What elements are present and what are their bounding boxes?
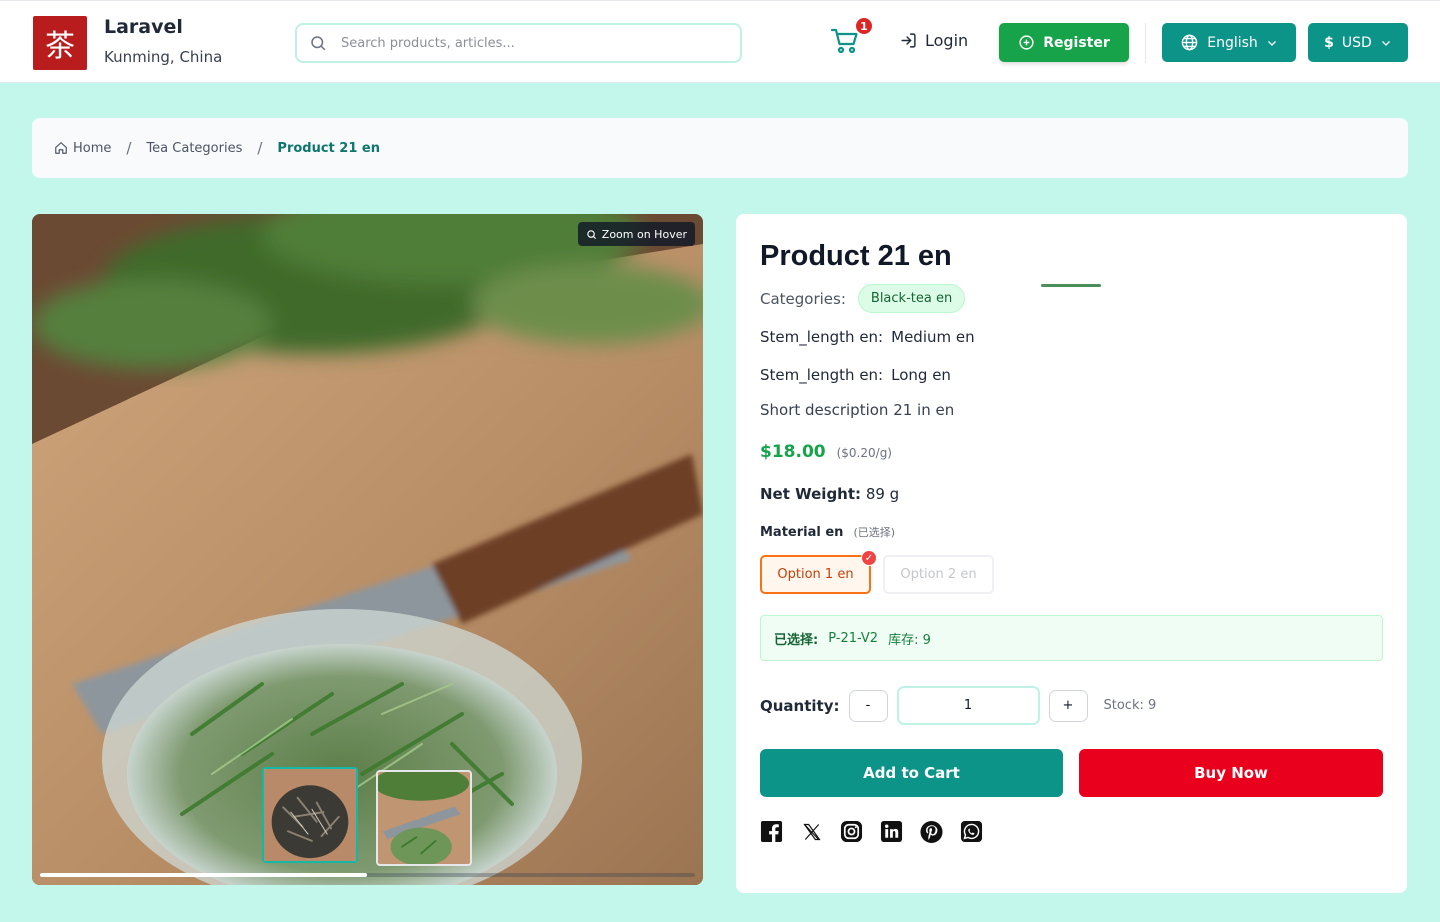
- material-hint: (已选择): [853, 526, 896, 539]
- title-accent-line: [1041, 284, 1101, 287]
- header-divider: [1145, 23, 1146, 63]
- zoom-on-hover-badge: Zoom on Hover: [577, 222, 695, 246]
- attribute-key: Stem_length en:: [760, 366, 884, 384]
- language-label: English: [1207, 34, 1258, 51]
- login-label: Login: [925, 31, 969, 50]
- attribute-row: Stem_length en: Medium en: [760, 328, 975, 346]
- price: $18.00: [760, 442, 826, 462]
- attribute-key: Stem_length en:: [760, 328, 884, 346]
- currency-symbol: $: [1324, 34, 1334, 51]
- product-image-gallery[interactable]: Zoom on Hover: [32, 214, 703, 885]
- stock-text: Stock: 9: [1103, 698, 1157, 713]
- selected-stock: 库存: 9: [888, 632, 931, 648]
- unit-price: ($0.20/g): [836, 446, 892, 460]
- instagram-icon[interactable]: [840, 820, 863, 843]
- quantity-input[interactable]: 1: [896, 686, 1040, 725]
- breadcrumb-home-label: Home: [73, 140, 112, 156]
- linkedin-icon[interactable]: [880, 820, 903, 843]
- selected-variant-box: 已选择: P-21-V2 库存: 9: [760, 615, 1383, 661]
- thumbnail-image: [264, 769, 356, 861]
- gallery-thumbnail-1[interactable]: [262, 767, 358, 863]
- facebook-icon[interactable]: [760, 820, 783, 843]
- option-button-selected[interactable]: Option 1 en ✓: [760, 550, 877, 594]
- material-row: Material en (已选择): [760, 524, 895, 540]
- attribute-row: Stem_length en: Long en: [760, 366, 951, 384]
- search-input[interactable]: [341, 35, 701, 51]
- product-title: Product 21 en: [760, 240, 952, 272]
- check-icon: ✓: [861, 550, 877, 566]
- categories-label: Categories:: [760, 289, 846, 308]
- material-label: Material en: [760, 525, 844, 540]
- breadcrumb: Home / Tea Categories / Product 21 en: [32, 118, 1408, 178]
- thumbnail-scrollbar-thumb[interactable]: [40, 873, 367, 877]
- quantity-label: Quantity:: [760, 696, 840, 715]
- cart-count-badge: 1: [854, 16, 874, 36]
- search-box[interactable]: [295, 23, 742, 63]
- plus-circle-icon: [1019, 35, 1034, 50]
- buy-now-button[interactable]: Buy Now: [1079, 749, 1383, 797]
- x-icon[interactable]: [800, 820, 823, 843]
- globe-icon: [1181, 34, 1198, 51]
- site-logo[interactable]: 茶: [33, 16, 87, 70]
- short-description: Short description 21 in en: [760, 401, 955, 419]
- whatsapp-icon[interactable]: [960, 820, 983, 843]
- currency-label: USD: [1341, 34, 1372, 51]
- quantity-decrease-button[interactable]: -: [848, 689, 888, 722]
- option-button[interactable]: Option 2 en: [883, 555, 994, 594]
- net-weight-label: Net Weight:: [760, 485, 862, 503]
- selected-label: 已选择:: [774, 632, 819, 648]
- option-label: Option 2 en: [900, 567, 977, 582]
- breadcrumb-home[interactable]: Home: [54, 141, 111, 156]
- breadcrumb-separator: /: [257, 139, 263, 157]
- breadcrumb-category[interactable]: Tea Categories: [146, 141, 242, 156]
- register-button[interactable]: Register: [999, 23, 1129, 62]
- quantity-increase-button[interactable]: +: [1048, 689, 1088, 722]
- product-main-image[interactable]: [32, 214, 703, 885]
- gallery-thumbnail-2[interactable]: [376, 770, 472, 866]
- add-to-cart-button[interactable]: Add to Cart: [760, 749, 1063, 797]
- thumbnail-image: [378, 772, 470, 864]
- chevron-down-icon: [1381, 40, 1390, 46]
- top-header: 茶 Laravel Kunming, China 1 Login Registe…: [0, 0, 1440, 83]
- category-tag[interactable]: Black-tea en: [857, 284, 966, 313]
- login-link[interactable]: Login: [900, 31, 968, 50]
- search-icon: [311, 36, 326, 51]
- net-weight-value: 89 g: [865, 485, 900, 503]
- brand-location: Kunming, China: [104, 48, 223, 66]
- price-row: $18.00 ($0.20/g): [760, 442, 892, 462]
- attribute-value: Long en: [891, 366, 951, 384]
- attribute-value: Medium en: [891, 328, 975, 346]
- net-weight: Net Weight: 89 g: [760, 485, 899, 503]
- categories-row: Categories: Black-tea en: [760, 284, 966, 313]
- selected-sku: P-21-V2: [828, 630, 879, 646]
- login-icon: [901, 33, 916, 48]
- product-details-panel: Product 21 en Categories: Black-tea en S…: [736, 214, 1407, 893]
- register-label: Register: [1043, 34, 1110, 51]
- home-icon: [55, 142, 67, 154]
- brand-name[interactable]: Laravel: [104, 16, 183, 38]
- breadcrumb-current: Product 21 en: [277, 140, 380, 156]
- option-label: Option 1 en: [777, 567, 854, 582]
- language-selector[interactable]: English: [1162, 23, 1296, 62]
- social-share-row: [760, 820, 983, 843]
- chevron-down-icon: [1267, 40, 1276, 46]
- search-icon: [587, 229, 596, 239]
- breadcrumb-separator: /: [126, 139, 132, 157]
- currency-selector[interactable]: $ USD: [1308, 23, 1408, 62]
- zoom-label: Zoom on Hover: [601, 227, 687, 241]
- pinterest-icon[interactable]: [920, 820, 943, 843]
- quantity-row: Quantity: - 1 + Stock: 9: [760, 686, 1156, 725]
- thumbnail-scrollbar[interactable]: [40, 873, 695, 877]
